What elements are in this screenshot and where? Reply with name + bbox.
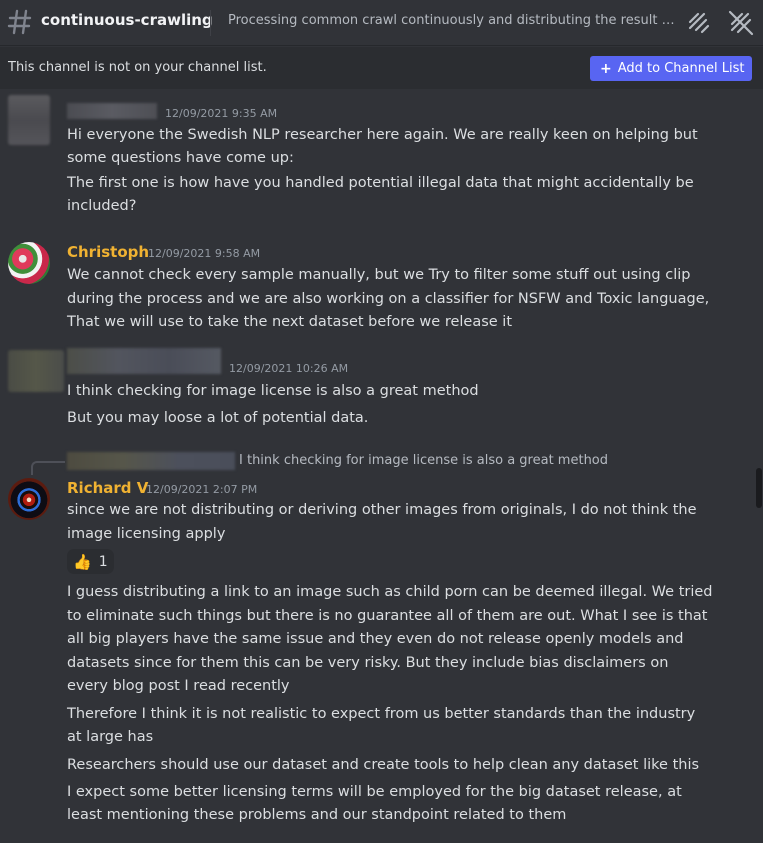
channel-header: continuous-crawling Processing common cr… [0, 0, 763, 46]
message-text: Therefore I think it is not realistic to… [67, 706, 696, 722]
avatar[interactable] [8, 478, 50, 520]
message-text: I think checking for image license is al… [67, 383, 479, 399]
author-name[interactable]: Richard V [67, 479, 148, 497]
message-text: included? [67, 198, 137, 214]
author-name-redacted[interactable] [67, 348, 221, 374]
message-text: some questions have come up: [67, 150, 294, 166]
channel-topic[interactable]: Processing common crawl continuously and… [228, 13, 678, 28]
message-text: That we will use to take the next datase… [67, 314, 513, 330]
message-timestamp: 12/09/2021 10:26 AM [229, 362, 349, 375]
threads-icon[interactable] [684, 8, 712, 36]
message-text: at large has [67, 729, 154, 745]
reply-preview-text[interactable]: I think checking for image license is al… [239, 453, 608, 468]
thumbs-up-icon: 👍 [73, 552, 92, 571]
message-text: But you may loose a lot of potential dat… [67, 410, 369, 426]
message-text: since we are not distributing or derivin… [67, 502, 697, 518]
reaction-thumbs-up[interactable]: 👍 1 [67, 549, 114, 574]
message-timestamp: 12/09/2021 2:07 PM [146, 483, 258, 496]
message-text: to eliminate such things but there is no… [67, 608, 708, 624]
avatar[interactable] [8, 95, 50, 145]
message-text: Researchers should use our dataset and c… [67, 757, 700, 773]
message-text: image licensing apply [67, 526, 226, 542]
replied-author-redacted[interactable] [67, 452, 235, 470]
message-text: all big players have the same issue and … [67, 631, 684, 647]
author-name-redacted[interactable] [67, 103, 157, 119]
add-button-label: Add to Channel List [617, 61, 745, 76]
message-list: 12/09/2021 9:35 AM Hi everyone the Swedi… [0, 90, 763, 843]
message-text: I expect some better licensing terms wil… [67, 784, 682, 800]
message-timestamp: 12/09/2021 9:58 AM [148, 247, 261, 260]
scrollbar[interactable] [756, 468, 762, 508]
avatar[interactable] [8, 350, 64, 392]
message-text: every blog post I read recently [67, 678, 290, 694]
notifications-muted-icon[interactable] [727, 8, 755, 36]
header-divider [210, 10, 211, 36]
notice-text: This channel is not on your channel list… [8, 60, 267, 75]
channel-name: continuous-crawling [41, 11, 213, 29]
avatar[interactable] [8, 242, 50, 284]
message-text: The first one is how have you handled po… [67, 175, 694, 191]
message-text: datasets since for them this can be very… [67, 655, 669, 671]
reaction-count: 1 [98, 553, 108, 570]
reply-connector [31, 461, 65, 475]
plus-icon: + [600, 60, 612, 77]
hash-icon [7, 9, 32, 35]
message-text: least mentioning these problems and our … [67, 807, 567, 823]
message-text: We cannot check every sample manually, b… [67, 267, 691, 283]
message-text: I guess distributing a link to an image … [67, 584, 713, 600]
message-text: Hi everyone the Swedish NLP researcher h… [67, 127, 698, 143]
message-text: during the process and we are also worki… [67, 291, 710, 307]
message-timestamp: 12/09/2021 9:35 AM [165, 107, 278, 120]
author-name[interactable]: Christoph [67, 243, 149, 261]
add-to-channel-list-button[interactable]: + Add to Channel List [590, 56, 752, 81]
